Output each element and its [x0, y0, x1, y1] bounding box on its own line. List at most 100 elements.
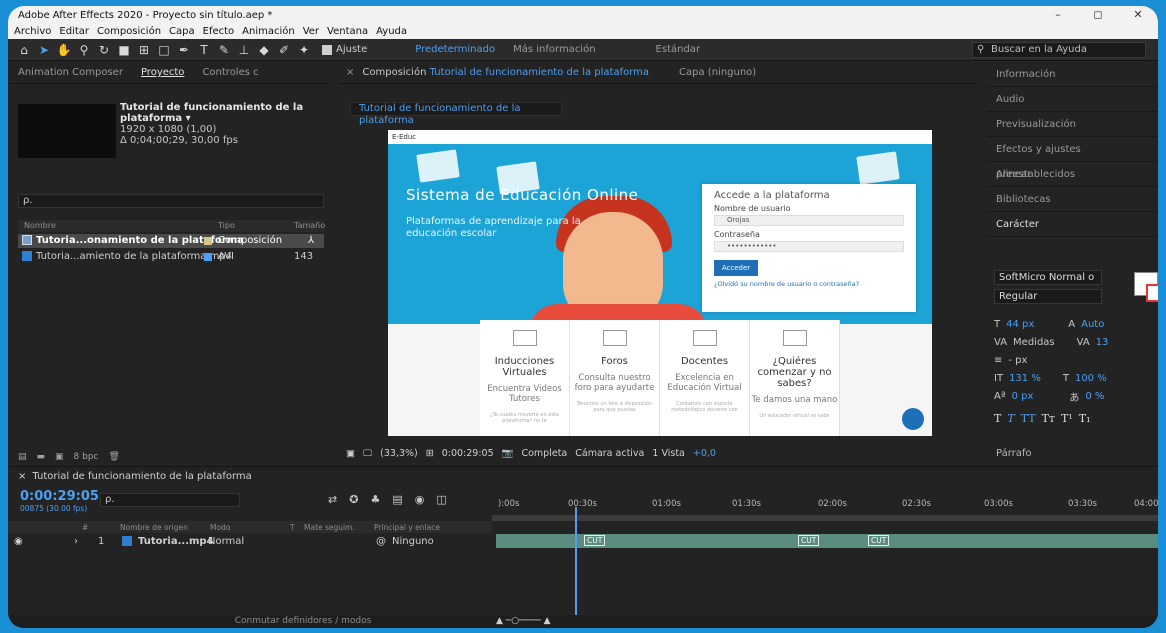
cut-marker[interactable]: CUT	[868, 535, 890, 546]
exposure-value[interactable]: +0,0	[693, 448, 716, 459]
current-time[interactable]: 0:00:29:05	[442, 448, 494, 459]
snap-checkbox[interactable]	[322, 44, 332, 55]
menu-composicion[interactable]: Composición	[97, 26, 161, 37]
new-composition-icon[interactable]: ▣	[55, 452, 64, 462]
faux-bold-button[interactable]: T	[994, 412, 1001, 425]
minimize-button[interactable]: –	[1038, 6, 1078, 24]
shy-icon[interactable]: ♣	[370, 493, 380, 506]
layer-mode-select[interactable]: Normal	[208, 536, 244, 547]
horizontal-scale-value[interactable]: 100 %	[1075, 373, 1107, 384]
menu-ayuda[interactable]: Ayuda	[376, 26, 407, 37]
font-style-select[interactable]: Regular	[994, 289, 1102, 304]
timeline-current-time[interactable]: 0:00:29:05	[20, 489, 99, 504]
parent-pick-whip-icon[interactable]: @	[376, 536, 386, 547]
snap-toggle[interactable]: Ajuste	[322, 44, 367, 55]
project-search-input[interactable]: ρ.	[18, 194, 324, 208]
all-caps-button[interactable]: TT	[1021, 412, 1036, 425]
tracking-value[interactable]: 13	[1096, 337, 1109, 348]
faux-italic-button[interactable]: T	[1007, 412, 1014, 425]
expand-icon[interactable]: ›	[74, 536, 78, 547]
zoom-tool-icon[interactable]: ⚲	[76, 42, 92, 58]
workspace-default[interactable]: Predeterminado	[415, 44, 495, 55]
panel-informacion[interactable]: Información	[986, 62, 1158, 87]
camera-tool-icon[interactable]: ■	[116, 42, 132, 58]
vertical-scale-value[interactable]: 131 %	[1009, 373, 1041, 384]
comp-flowchart-icon[interactable]: ⇄	[328, 493, 337, 506]
graph-editor-icon[interactable]: ◫	[436, 493, 446, 506]
menu-animacion[interactable]: Animación	[242, 26, 295, 37]
close-button[interactable]: ✕	[1118, 6, 1158, 24]
preview-options-icon[interactable]: ▣	[346, 448, 355, 459]
column-tipo[interactable]: Tipo	[218, 221, 235, 230]
panel-audio[interactable]: Audio	[986, 87, 1158, 112]
motion-blur-icon[interactable]: ◉	[415, 493, 425, 506]
cut-marker[interactable]: CUT	[798, 535, 820, 546]
work-area-bar[interactable]	[492, 515, 1158, 521]
playhead[interactable]	[575, 507, 577, 628]
comp-breadcrumb[interactable]: Tutorial de funcionamiento de la platafo…	[350, 102, 562, 126]
workspace-standard[interactable]: Estándar	[656, 44, 701, 55]
zoom-select[interactable]: (33,3%)	[380, 448, 418, 459]
rotate-tool-icon[interactable]: ↻	[96, 42, 112, 58]
label-color-swatch[interactable]	[204, 237, 212, 245]
tab-layer[interactable]: Capa (ninguno)	[679, 67, 756, 78]
parent-select[interactable]: Ninguno	[392, 536, 434, 547]
pan-behind-tool-icon[interactable]: ⊞	[136, 42, 152, 58]
workspace-learn[interactable]: Más información	[513, 44, 595, 55]
tab-controles[interactable]: Controles c	[202, 67, 258, 78]
type-tool-icon[interactable]: T	[196, 42, 212, 58]
snapshot-icon[interactable]: 📷	[502, 448, 514, 459]
close-icon[interactable]: ×	[346, 67, 354, 78]
monitor-icon[interactable]: 🖵	[363, 448, 372, 459]
column-tamano[interactable]: Tamaño	[294, 221, 325, 230]
label-color-swatch[interactable]	[204, 253, 212, 261]
camera-select[interactable]: Cámara activa	[575, 448, 644, 459]
font-size-value[interactable]: 44 px	[1006, 319, 1034, 330]
rectangle-tool-icon[interactable]: □	[156, 42, 172, 58]
font-family-select[interactable]: SoftMicro Normal o	[994, 270, 1102, 285]
bpc-label[interactable]: 8 bpc	[74, 452, 99, 462]
time-ruler[interactable]: ):00s 00:30s 01:00s 01:30s 02:00s 02:30s…	[492, 489, 1158, 515]
panel-parrafo[interactable]: Párrafo	[996, 448, 1032, 459]
superscript-button[interactable]: T¹	[1061, 412, 1073, 425]
tab-proyecto[interactable]: Proyecto	[141, 67, 184, 78]
tab-composition[interactable]: Composición Tutorial de funcionamiento d…	[362, 67, 649, 78]
panel-bibliotecas[interactable]: Bibliotecas	[986, 187, 1158, 212]
tab-animation-composer[interactable]: Animation Composer	[18, 67, 123, 78]
resolution-select[interactable]: Completa	[521, 448, 567, 459]
comp-info-name[interactable]: Tutorial de funcionamiento de la platafo…	[120, 102, 330, 124]
home-icon[interactable]: ⌂	[16, 42, 32, 58]
column-nombre[interactable]: Nombre	[24, 221, 56, 230]
audio-video-switch-icon[interactable]: ◉	[14, 536, 23, 547]
clone-stamp-tool-icon[interactable]: ⊥	[236, 42, 252, 58]
timeline-search-input[interactable]: ρ.	[100, 493, 240, 507]
menu-ventana[interactable]: Ventana	[327, 26, 368, 37]
panel-previsualizacion[interactable]: Previsualización	[986, 112, 1158, 137]
cut-marker[interactable]: CUT	[584, 535, 606, 546]
draft-3d-icon[interactable]: ✪	[349, 493, 358, 506]
frame-blending-icon[interactable]: ▤	[392, 493, 402, 506]
timeline-tab[interactable]: × Tutorial de funcionamiento de la plata…	[8, 467, 1158, 485]
grid-icon[interactable]: ⊞	[426, 448, 434, 459]
stroke-color-swatch[interactable]	[1146, 284, 1158, 302]
kerning-value[interactable]: Medidas	[1013, 337, 1055, 348]
pen-tool-icon[interactable]: ✒	[176, 42, 192, 58]
panel-caracter[interactable]: Carácter	[986, 212, 1158, 237]
help-search-input[interactable]: ⚲ Buscar en la Ayuda	[972, 42, 1146, 58]
new-folder-icon[interactable]: ▬	[37, 452, 46, 462]
stroke-width-value[interactable]: - px	[1008, 355, 1027, 366]
leading-value[interactable]: Auto	[1081, 319, 1104, 330]
puppet-tool-icon[interactable]: ✦	[296, 42, 312, 58]
selection-tool-icon[interactable]: ➤	[36, 42, 52, 58]
interpret-footage-icon[interactable]: ▤	[18, 452, 27, 462]
close-icon[interactable]: ×	[18, 471, 26, 482]
baseline-value[interactable]: 0 px	[1012, 391, 1034, 402]
toggle-switches-modes[interactable]: Conmutar definidores / modos	[228, 616, 378, 626]
roto-brush-tool-icon[interactable]: ✐	[276, 42, 292, 58]
flow-icon[interactable]: ⅄	[308, 235, 314, 246]
menu-efecto[interactable]: Efecto	[203, 26, 235, 37]
menu-capa[interactable]: Capa	[169, 26, 195, 37]
tsume-value[interactable]: 0 %	[1085, 391, 1104, 402]
project-item[interactable]: Tutoria...amiento de la plataforma.mp4 A…	[18, 250, 324, 264]
hand-tool-icon[interactable]: ✋	[56, 42, 72, 58]
